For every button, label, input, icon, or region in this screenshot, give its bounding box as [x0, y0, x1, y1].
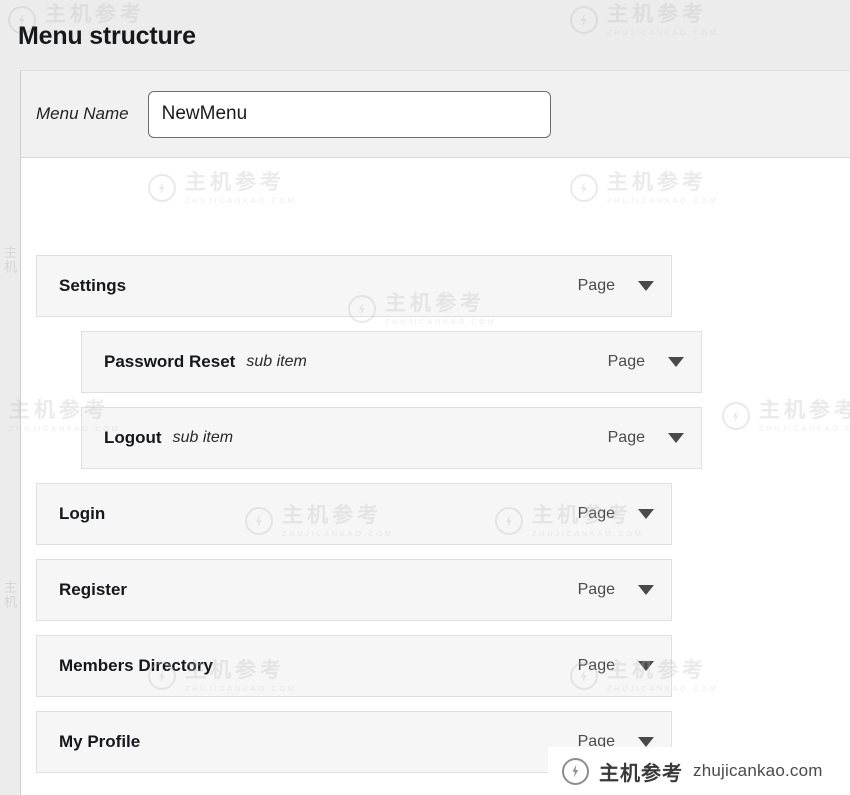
- menu-item-type-label: Page: [577, 657, 615, 674]
- chevron-down-icon[interactable]: [668, 357, 684, 367]
- menu-structure-panel: Menu Name Settings Page Password Reset sub …: [20, 70, 850, 795]
- side-watermark: 主机: [2, 245, 17, 275]
- watermark-chinese-label: 主机参考: [607, 3, 707, 26]
- menu-name-header: Menu Name: [21, 71, 850, 158]
- badge-domain-label: zhujicankao.com: [693, 761, 823, 780]
- zhujicankao-logo-icon: [570, 6, 598, 35]
- menu-item-type-label: Page: [577, 581, 615, 598]
- chevron-down-icon[interactable]: [668, 433, 684, 443]
- chevron-down-icon[interactable]: [638, 661, 654, 671]
- menu-item-label: Settings: [59, 276, 127, 295]
- menu-item-label: Login: [59, 504, 106, 523]
- menu-item-label: Logout: [104, 428, 162, 447]
- menu-item-type-label: Page: [577, 277, 615, 294]
- menu-item-row[interactable]: Login Page: [36, 483, 672, 545]
- sub-item-tag: sub item: [246, 353, 307, 370]
- menu-item-row[interactable]: Members Directory Page: [36, 635, 672, 697]
- menu-item-label: Register: [59, 580, 128, 599]
- menu-name-input[interactable]: [147, 90, 551, 138]
- watermark: 主机参考 ZHUJICANKAO.COM: [570, 4, 719, 37]
- chevron-down-icon[interactable]: [638, 585, 654, 595]
- watermark-text: 主机参考 ZHUJICANKAO.COM: [607, 4, 719, 37]
- menu-item-label: My Profile: [59, 732, 141, 751]
- zhujicankao-logo-icon: [562, 757, 589, 785]
- chevron-down-icon[interactable]: [638, 281, 654, 291]
- page-title: Menu structure: [18, 22, 196, 50]
- badge-chinese-label: 主机参考: [599, 762, 683, 785]
- menu-item-label: Members Directory: [59, 656, 214, 675]
- menu-item-row[interactable]: Password Reset sub item Page: [81, 331, 702, 393]
- menu-name-label: Menu Name: [36, 104, 129, 123]
- site-watermark-badge: 主机参考 zhujicankao.com: [548, 747, 850, 795]
- chevron-down-icon[interactable]: [638, 737, 654, 747]
- menu-item-row[interactable]: Settings Page: [36, 255, 672, 317]
- sub-item-tag: sub item: [172, 429, 234, 446]
- menu-item-label: Password Reset: [104, 352, 236, 371]
- chevron-down-icon[interactable]: [638, 509, 654, 519]
- watermark-domain-label: ZHUJICANKAO.COM: [607, 28, 719, 37]
- menu-item-row[interactable]: Logout sub item Page: [81, 407, 702, 469]
- menu-item-row[interactable]: Register Page: [36, 559, 672, 621]
- menu-item-type-label: Page: [577, 505, 615, 522]
- side-watermark: 主机: [2, 580, 17, 610]
- menu-items-list: Settings Page Password Reset sub item Page Lo…: [21, 158, 850, 773]
- menu-item-type-label: Page: [607, 429, 645, 446]
- menu-item-type-label: Page: [607, 353, 645, 370]
